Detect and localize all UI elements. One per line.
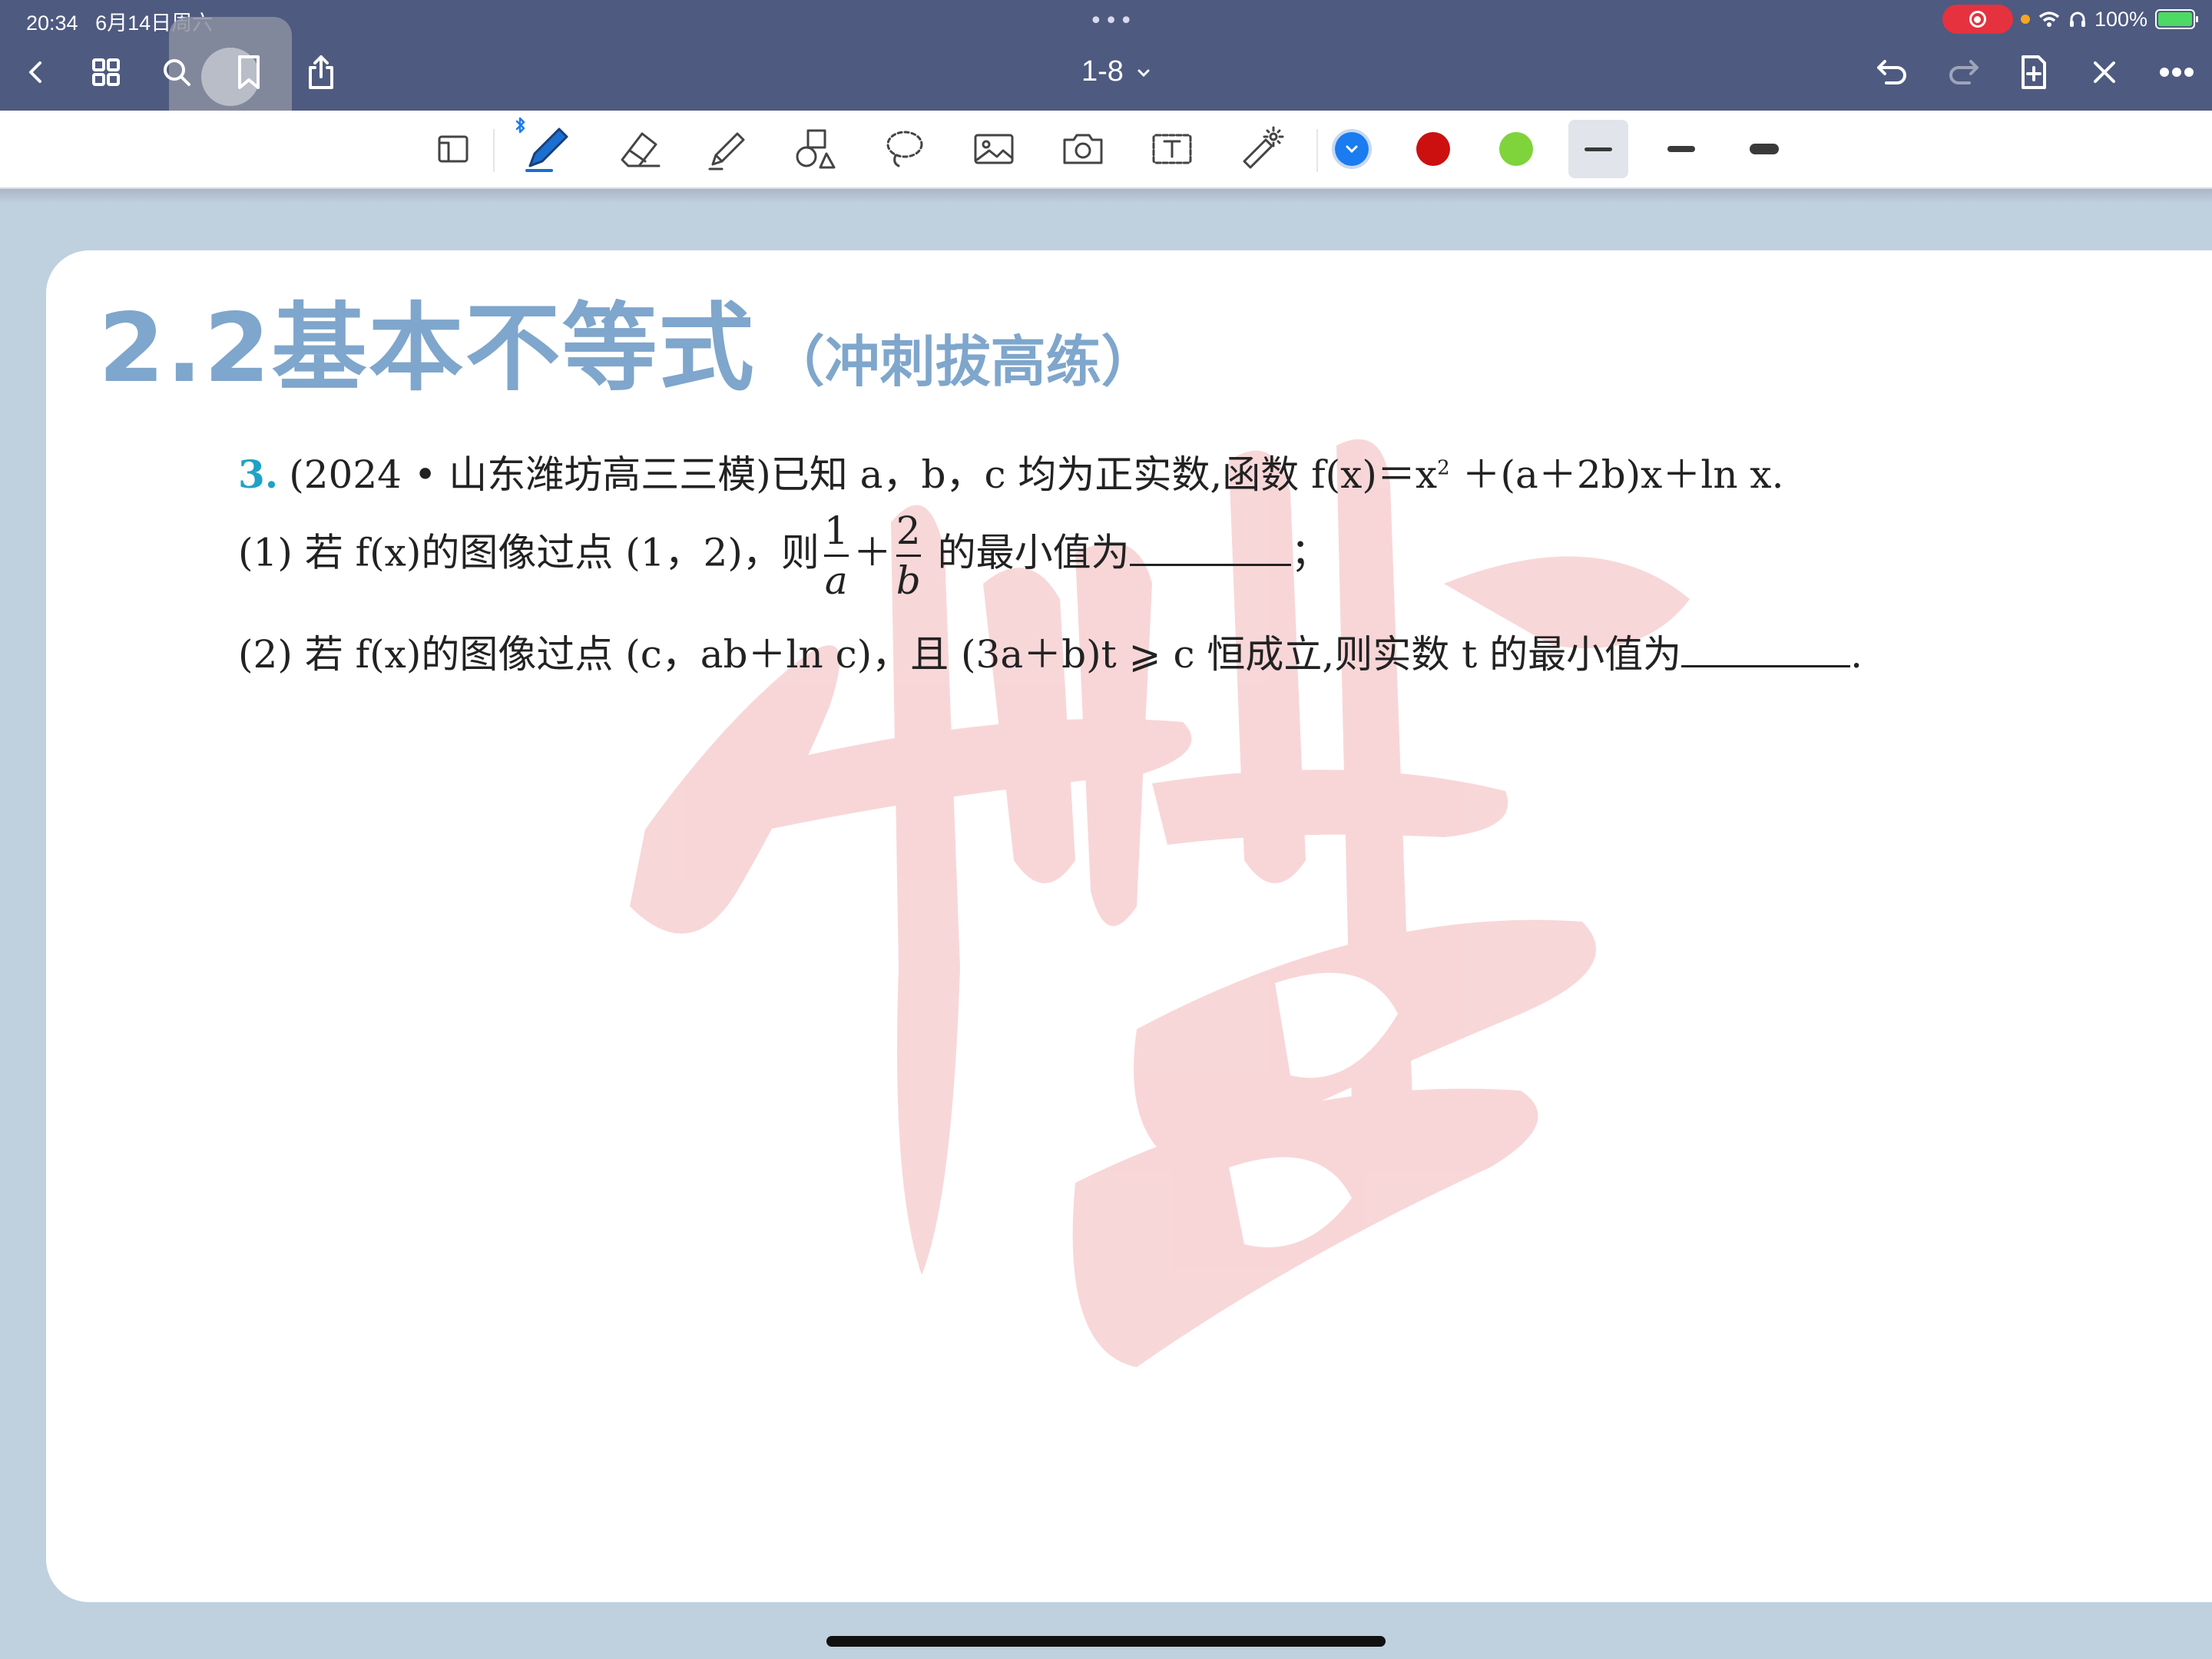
color-swatch-blue[interactable] — [1332, 129, 1372, 169]
color-swatch-green[interactable] — [1499, 132, 1533, 166]
search-icon — [164, 59, 190, 86]
toolbar-divider — [493, 129, 495, 172]
page-title: 2.2基本不等式 （冲刺拔高练） — [98, 270, 1157, 409]
redo-button[interactable] — [1940, 49, 1986, 95]
text-box-tool[interactable] — [1144, 121, 1200, 177]
top-bar: 20:34 6月14日周六 ••• 100% 1-8 — [0, 0, 2212, 140]
status-indicators: 100% — [1942, 5, 2198, 34]
bottom-background — [0, 1611, 2212, 1659]
laser-pointer-tool[interactable] — [1233, 121, 1289, 177]
highlighter-icon — [708, 132, 745, 171]
toolbar-divider — [1316, 129, 1318, 172]
close-icon — [2094, 61, 2115, 83]
question-part-1: (1) 若 f(x)的图像过点 (1，2)，则 1 a ＋ 2 b 的最小值为 ； — [238, 507, 1330, 604]
part1-suffix: 的最小值为 — [937, 530, 1130, 575]
undo-icon — [1877, 60, 1906, 84]
pen-icon — [525, 127, 568, 172]
page-view-icon — [438, 135, 469, 163]
share-button[interactable] — [298, 49, 344, 95]
question-stem-prefix: (2024 • 山东潍坊高三三模)已知 a，b，c 均为正实数,函数 f(x)＝… — [289, 452, 1438, 497]
question-stem: 3. (2024 • 山东潍坊高三三模)已知 a，b，c 均为正实数,函数 f(x… — [238, 444, 1784, 499]
shapes-icon — [796, 129, 836, 169]
page-view-tool[interactable] — [426, 121, 481, 177]
question-number: 3. — [238, 452, 279, 497]
toolbar-shadow — [0, 189, 2212, 203]
multitasking-dots[interactable]: ••• — [1089, 8, 1134, 35]
chevron-down-icon — [1335, 132, 1369, 166]
frac1-numerator: 1 — [823, 508, 849, 553]
battery-icon — [2155, 9, 2198, 29]
bluetooth-icon — [515, 117, 525, 134]
home-indicator[interactable] — [826, 1636, 1386, 1647]
color-swatch-red[interactable] — [1416, 132, 1450, 166]
document-title: 1-8 — [1081, 55, 1124, 88]
fraction-2-over-b: 2b — [896, 507, 921, 604]
highlighter-tool[interactable] — [699, 121, 754, 177]
back-icon — [29, 61, 41, 83]
redo-icon — [1949, 60, 1979, 84]
add-page-button[interactable] — [2011, 49, 2057, 95]
page-title-sub: （冲刺拔高练） — [769, 329, 1157, 394]
part2-end: . — [1850, 632, 1863, 677]
frac2-numerator: 2 — [896, 508, 921, 553]
part1-prefix: (1) 若 f(x)的图像过点 (1，2)，则 — [238, 530, 820, 575]
pen-tool[interactable] — [515, 117, 575, 177]
stroke-width-thick[interactable] — [1734, 120, 1794, 178]
camera-tool[interactable] — [1055, 121, 1111, 177]
laser-pointer-icon — [1243, 126, 1284, 169]
bookmark-button[interactable] — [226, 49, 272, 95]
exponent: 2 — [1437, 456, 1450, 480]
question-stem-suffix: ＋(a＋2b)x＋ln x. — [1449, 452, 1784, 497]
search-button[interactable] — [154, 49, 200, 95]
stroke-width-medium[interactable] — [1651, 120, 1711, 178]
part2-text: (2) 若 f(x)的图像过点 (c，ab＋ln c)，且 (3a＋b)t ⩾ … — [238, 632, 1682, 677]
fraction-1-over-a: 1a — [823, 507, 849, 604]
image-tool[interactable] — [966, 121, 1022, 177]
eraser-icon — [621, 132, 661, 167]
chevron-down-icon — [1137, 69, 1150, 78]
thumbnails-button[interactable] — [83, 49, 129, 95]
more-button[interactable] — [2154, 49, 2200, 95]
undo-button[interactable] — [1869, 49, 1916, 95]
page-title-main: 2.2基本不等式 — [98, 293, 756, 404]
stroke-width-thin-icon — [1584, 147, 1612, 151]
text-box-icon — [1152, 134, 1192, 164]
eraser-tool[interactable] — [611, 121, 667, 177]
frac1-denominator: a — [823, 555, 849, 604]
annotation-toolbar — [0, 111, 2212, 189]
question-part-2: (2) 若 f(x)的图像过点 (c，ab＋ln c)，且 (3a＋b)t ⩾ … — [238, 624, 1863, 679]
camera-icon — [1063, 134, 1103, 164]
headphones-icon — [2069, 12, 2085, 27]
document-title-dropdown[interactable]: 1-8 — [1081, 55, 1151, 88]
share-icon — [309, 55, 333, 89]
mic-indicator-icon — [2020, 15, 2030, 24]
grid-icon — [92, 58, 120, 86]
lasso-icon — [886, 131, 923, 167]
bookmark-icon — [238, 55, 260, 89]
screen-recording-icon[interactable] — [1942, 5, 2013, 34]
battery-percent: 100% — [2094, 7, 2147, 31]
frac2-denominator: b — [896, 555, 921, 604]
image-icon — [974, 134, 1014, 164]
stroke-width-thin[interactable] — [1568, 120, 1628, 178]
wifi-icon — [2038, 12, 2060, 27]
close-button[interactable] — [2081, 49, 2128, 95]
answer-blank-2[interactable] — [1681, 657, 1851, 667]
lasso-tool[interactable] — [877, 121, 932, 177]
shapes-tool[interactable] — [788, 121, 843, 177]
stroke-width-thick-icon — [1750, 144, 1779, 154]
part1-end: ； — [1290, 530, 1330, 575]
stroke-width-medium-icon — [1667, 146, 1695, 152]
plus-sign: ＋ — [853, 530, 892, 575]
add-page-icon — [2022, 55, 2046, 89]
answer-blank-1[interactable] — [1129, 556, 1291, 566]
more-icon — [2160, 68, 2194, 77]
back-button[interactable] — [12, 49, 58, 95]
